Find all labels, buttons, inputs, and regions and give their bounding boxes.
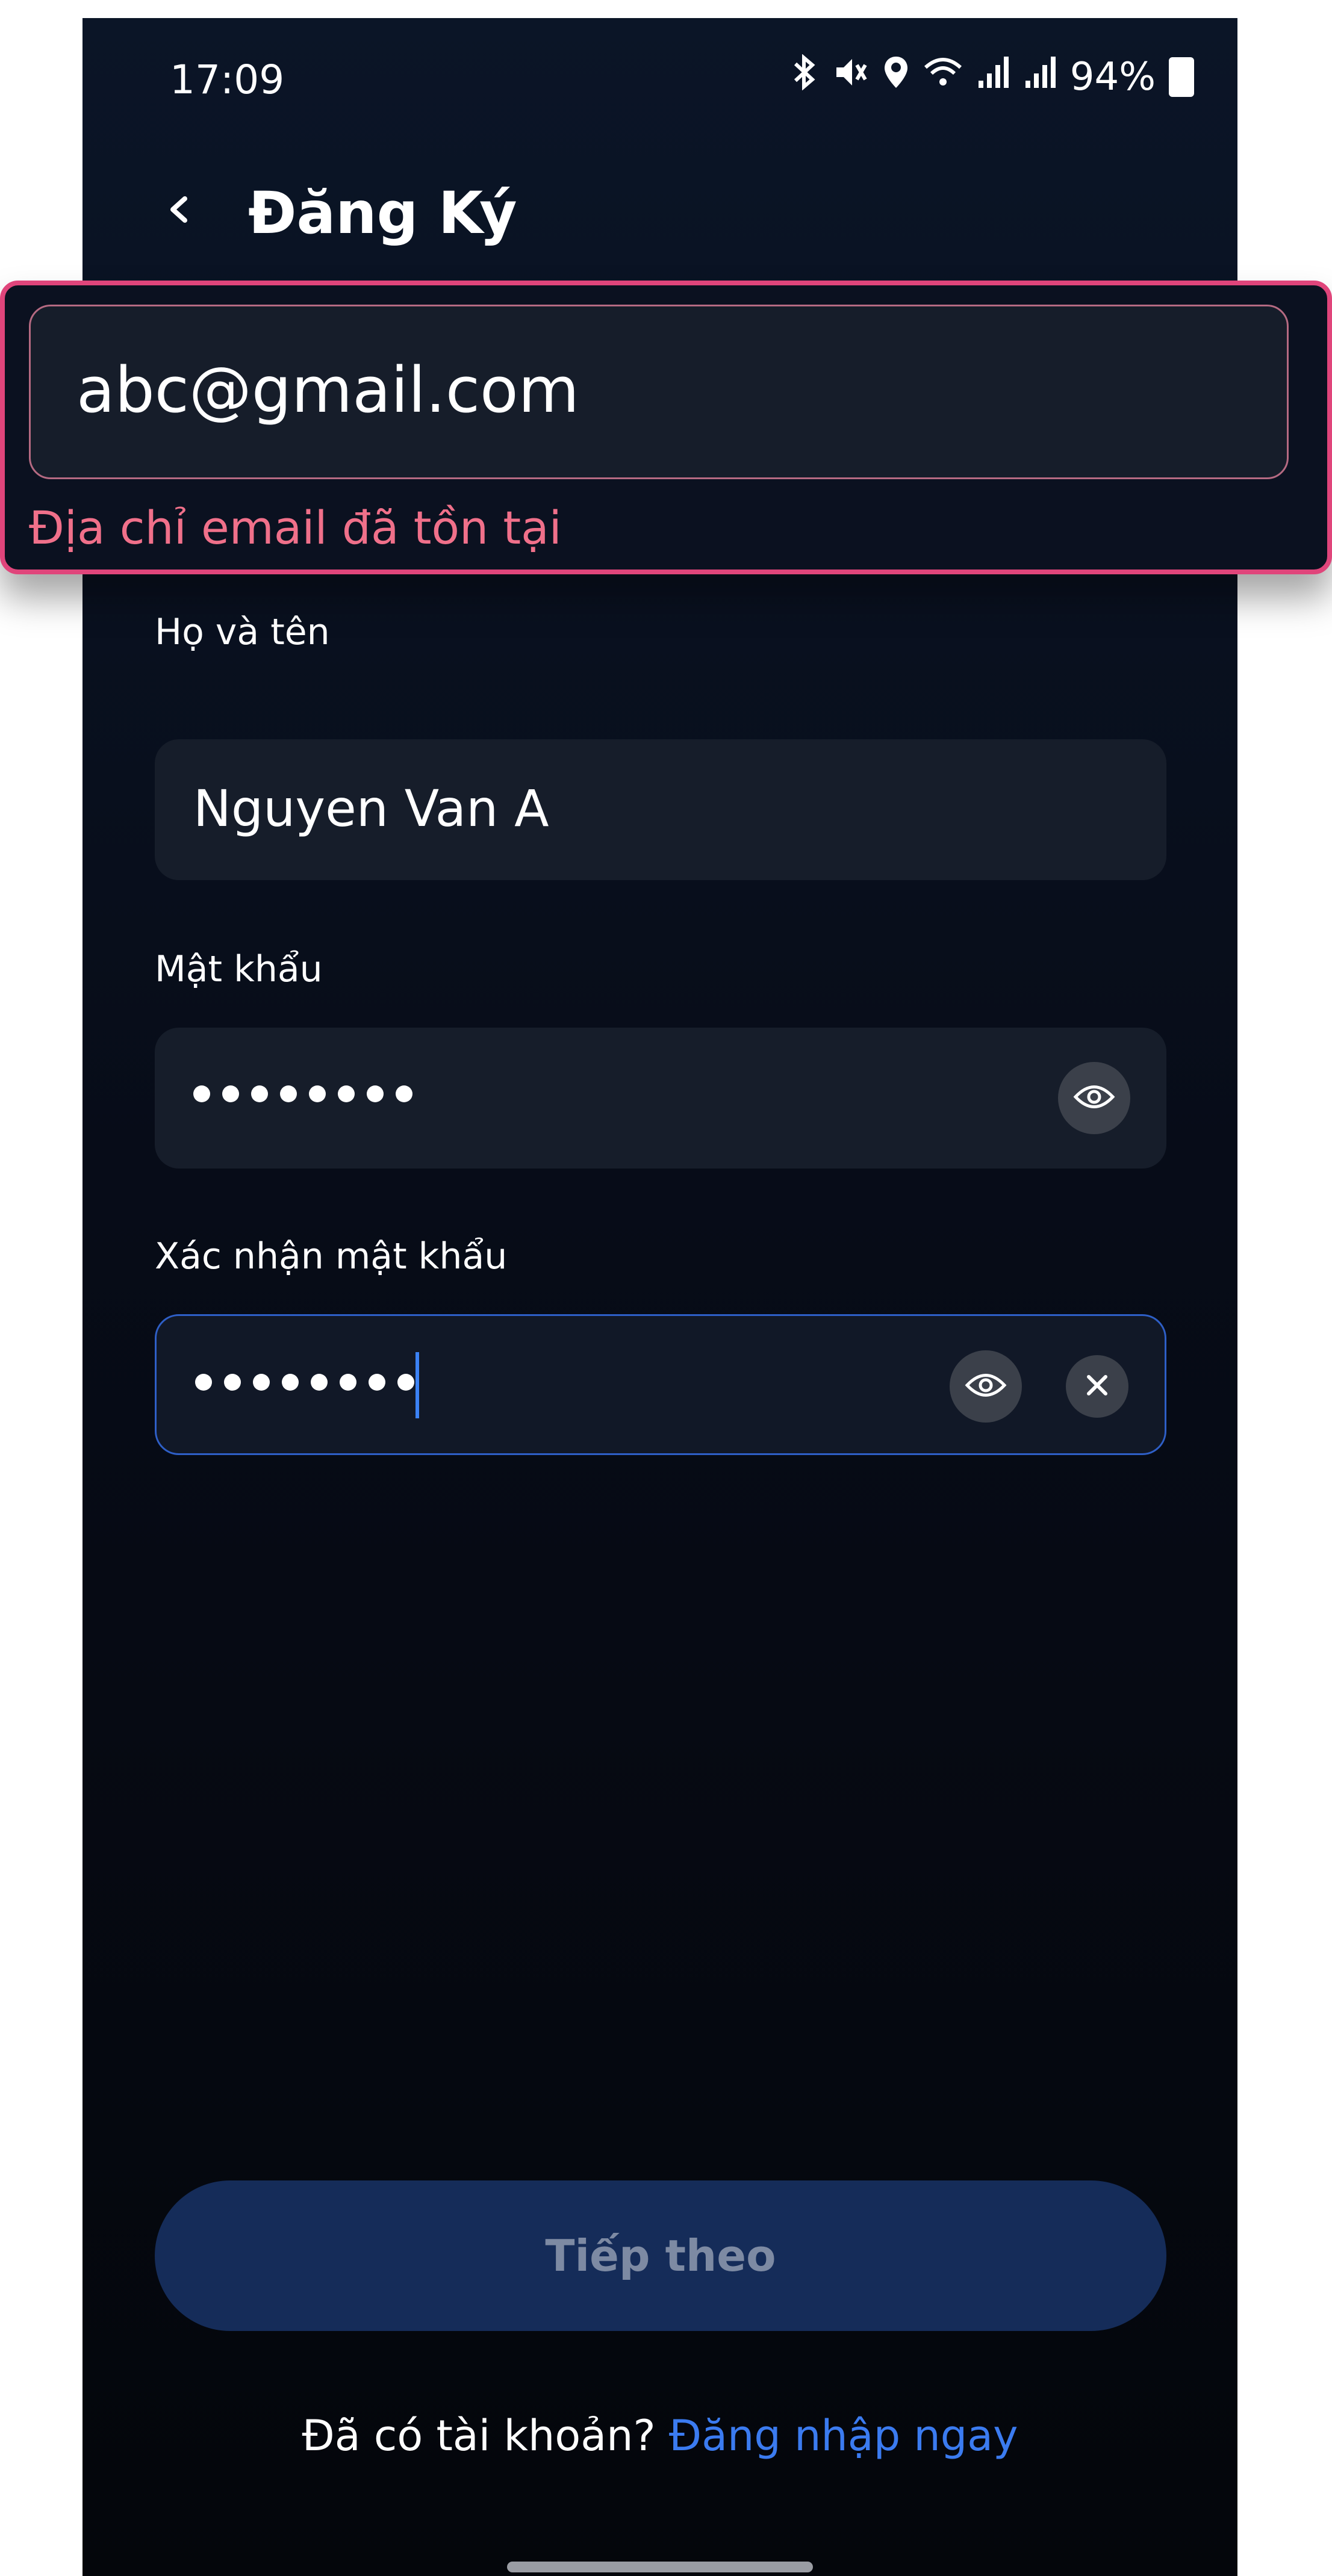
email-field[interactable]: abc@gmail.com [29,305,1289,479]
app-header: Đăng Ký [82,151,1237,271]
next-button[interactable]: Tiếp theo [155,2180,1166,2331]
eye-icon [1073,1082,1115,1114]
battery-percentage: 94% [1069,54,1156,99]
confirm-password-visibility-toggle[interactable] [950,1350,1022,1423]
confirm-password-field[interactable] [155,1314,1166,1455]
email-value: abc@gmail.com [76,353,579,427]
status-icons: 94% [789,54,1194,99]
confirm-password-label: Xác nhận mật khẩu [155,1235,508,1277]
status-time: 17:09 [170,57,285,103]
back-button[interactable] [143,175,215,247]
full-name-label: Họ và tên [155,611,330,653]
confirm-password-masked-value [195,1374,414,1391]
bluetooth-icon [789,54,820,99]
eye-icon [965,1370,1007,1403]
mute-icon [833,54,869,99]
password-field[interactable] [155,1028,1166,1169]
status-bar: 17:09 94% [82,18,1237,132]
password-label: Mật khẩu [155,948,323,990]
login-prompt: Đã có tài khoản? Đăng nhập ngay [82,2411,1237,2460]
login-prompt-text: Đã có tài khoản? [302,2411,669,2460]
password-visibility-toggle[interactable] [1058,1062,1130,1134]
password-masked-value [193,1085,412,1102]
email-highlight-callout: abc@gmail.com Địa chỉ email đã tồn tại [0,281,1332,574]
chevron-left-icon [161,191,197,230]
page-title: Đăng Ký [248,179,517,247]
text-cursor [415,1352,419,1418]
full-name-field[interactable]: Nguyen Van A [155,739,1166,880]
login-link[interactable]: Đăng nhập ngay [669,2411,1018,2460]
clear-input-button[interactable] [1066,1355,1128,1418]
full-name-value: Nguyen Van A [193,779,549,838]
close-icon [1083,1371,1112,1402]
battery-icon [1169,57,1194,97]
signal-icon [976,54,1010,99]
signal-icon [1023,54,1057,99]
email-error-message: Địa chỉ email đã tồn tại [29,501,562,554]
home-indicator[interactable] [507,2562,813,2572]
wifi-icon [923,54,963,99]
location-icon [882,54,910,99]
